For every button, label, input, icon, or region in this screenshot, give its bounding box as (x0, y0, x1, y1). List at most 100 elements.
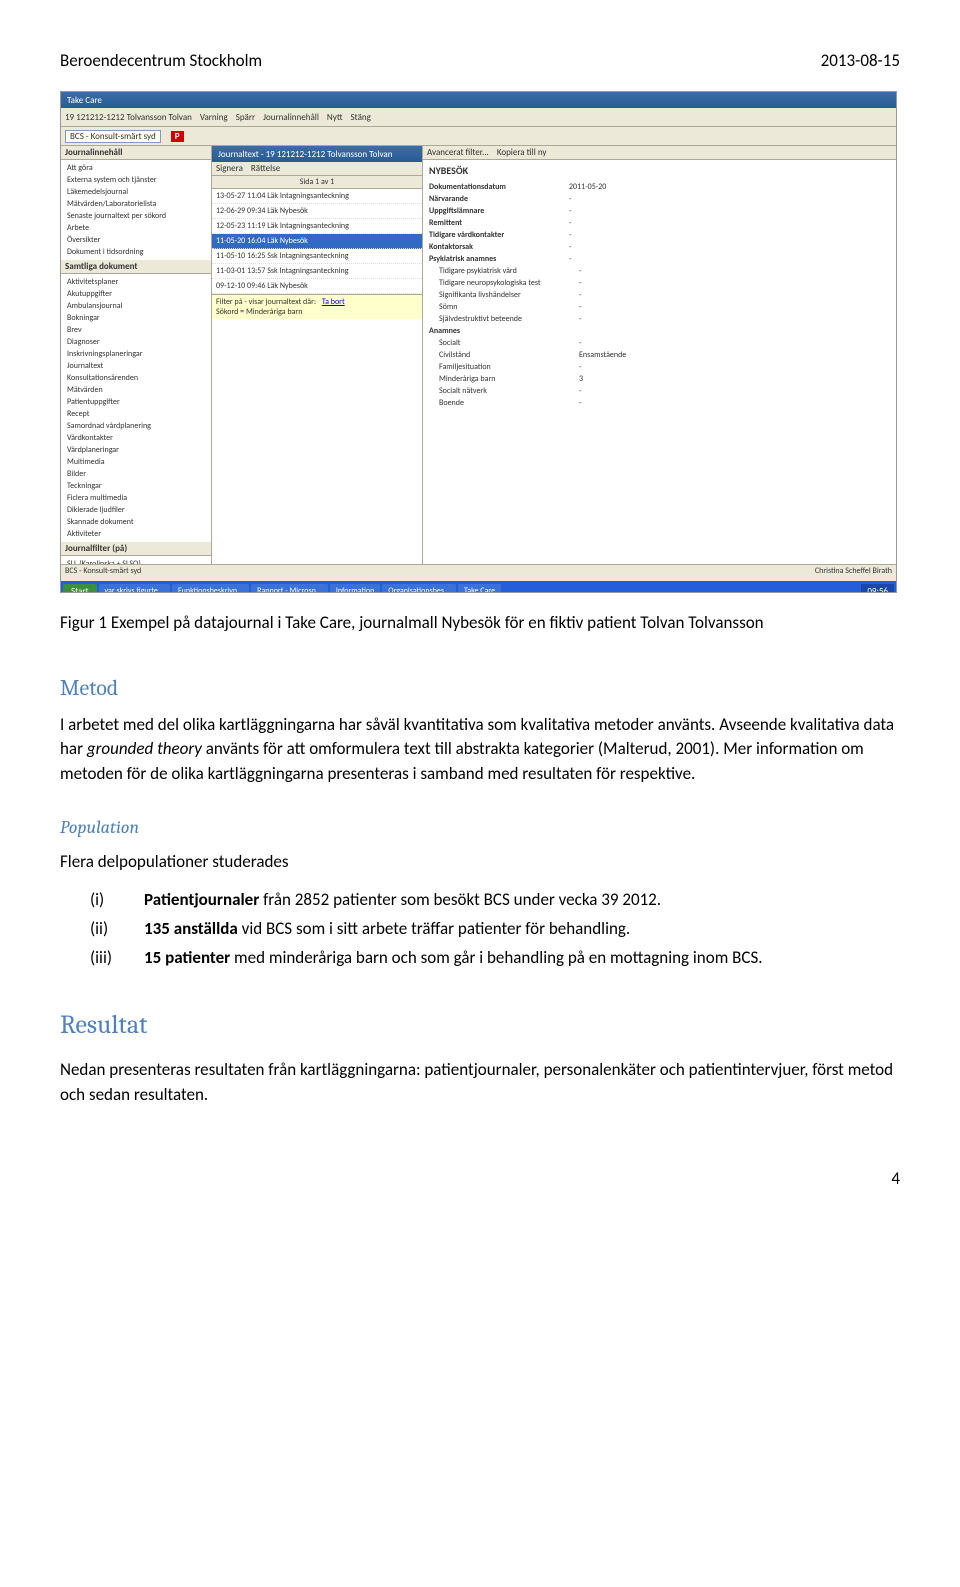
sidebar-item[interactable]: Aktiviteter (61, 528, 211, 540)
list-marker: (i) (90, 888, 144, 913)
sidebar-item[interactable]: Samordnad vårdplanering (61, 420, 211, 432)
start-button[interactable]: Start (63, 584, 97, 594)
varning-button[interactable]: Varning (200, 112, 228, 123)
sidebar-item[interactable]: Bokningar (61, 312, 211, 324)
unit-combo[interactable]: BCS - Konsult-smärt syd (65, 130, 161, 143)
sidebar-section-2: Samtliga dokument (61, 260, 211, 274)
detail-panel: Avancerat filter... Kopiera till ny NYBE… (423, 146, 896, 564)
detail-field: Boende- (429, 397, 890, 409)
detail-field: CivilståndEnsamstående (429, 349, 890, 361)
detail-field: Tidigare psykiatrisk vård- (429, 265, 890, 277)
filter-remove[interactable]: Ta bort (322, 297, 345, 307)
avancerat-filter-button[interactable]: Avancerat filter... (427, 147, 489, 158)
status-left: BCS - Konsult-smärt syd (65, 566, 141, 580)
detail-field: Dokumentationsdatum2011-05-20 (429, 181, 890, 193)
sidebar-item[interactable]: Journaltext (61, 360, 211, 372)
filter-text: Filter på - visar journaltext där: (216, 297, 316, 307)
sidebar-item[interactable]: Recept (61, 408, 211, 420)
sidebar-filter-item[interactable]: SLL (Karolinska + SLSO) (61, 558, 211, 564)
sidebar-item[interactable]: Att göra (61, 162, 211, 174)
sidebar-item[interactable]: Inskrivningsplaneringar (61, 348, 211, 360)
sidebar-item[interactable]: Senaste journaltext per sökord (61, 210, 211, 222)
sidebar-item[interactable]: Diklerade ljudfiler (61, 504, 211, 516)
sidebar-item[interactable]: Externa system och tjänster (61, 174, 211, 186)
metod-heading: Metod (60, 675, 900, 701)
detail-field: Socialt- (429, 337, 890, 349)
taskbar-clock: 09:56 (861, 584, 894, 594)
detail-field: Minderåriga barn3 (429, 373, 890, 385)
header-left: Beroendecentrum Stockholm (60, 50, 262, 71)
inner-title: Journaltext - 19 121212-1212 Tolvansson … (218, 149, 392, 160)
population-intro: Flera delpopulationer studerades (60, 850, 900, 875)
list-marker: (ii) (90, 917, 144, 942)
taskbar-task[interactable]: Information (330, 584, 380, 593)
entry-row[interactable]: 11-05-10 16:25 Ssk Intagningsanteckning (212, 249, 422, 264)
entry-row[interactable]: 12-06-29 09:34 Läk Nybesök (212, 204, 422, 219)
sidebar-item[interactable]: Akutuppgifter (61, 288, 211, 300)
sidebar-item[interactable]: Mätvärden/Laboratorielista (61, 198, 211, 210)
sidebar: Journalinnehåll Att göraExterna system o… (61, 146, 212, 564)
page-indicator: Sida 1 av 1 (212, 176, 422, 189)
sidebar-item[interactable]: Diagnoser (61, 336, 211, 348)
sidebar-item[interactable]: Aktivitetsplaner (61, 276, 211, 288)
journalinnehall-button[interactable]: Journalinnehåll (263, 112, 319, 123)
signera-button[interactable]: Signera (216, 163, 243, 174)
patient-tab-bar: 19 121212-1212 Tolvansson Tolvan Varning… (61, 108, 896, 127)
filter-bar: Filter på - visar journaltext där: Ta bo… (212, 294, 422, 319)
taskbar-task[interactable]: Take Care (458, 584, 501, 593)
sidebar-item[interactable]: Vårdkontakter (61, 432, 211, 444)
list-content: Patientjournaler från 2852 patienter som… (144, 888, 900, 913)
taskbar-task[interactable]: var skrivs figurte... (99, 584, 170, 593)
taskbar-task[interactable]: Funktionsbeskrivn... (172, 584, 249, 593)
sidebar-item[interactable]: Bilder (61, 468, 211, 480)
kopiera-button[interactable]: Kopiera till ny (497, 147, 547, 158)
entry-row[interactable]: 12-05-23 11:19 Läk Intagningsanteckning (212, 219, 422, 234)
filter-value: Sökord = Minderåriga barn (216, 307, 302, 317)
detail-field: Psykiatrisk anamnes- (429, 253, 890, 265)
sidebar-item[interactable]: Patientuppgifter (61, 396, 211, 408)
detail-field: Sömn- (429, 301, 890, 313)
sidebar-item[interactable]: Skannade dokument (61, 516, 211, 528)
entry-row[interactable]: 09-12-10 09:46 Läk Nybesök (212, 279, 422, 294)
sidebar-item[interactable]: Vårdplaneringar (61, 444, 211, 456)
sidebar-item[interactable]: Mätvärden (61, 384, 211, 396)
sidebar-item[interactable]: Översikter (61, 234, 211, 246)
app-title: Take Care (67, 95, 102, 106)
inner-titlebar: Journaltext - 19 121212-1212 Tolvansson … (212, 146, 422, 162)
stang-button[interactable]: Stäng (351, 112, 371, 123)
sidebar-item[interactable]: Ambulansjournal (61, 300, 211, 312)
detail-field: Socialt nätverk- (429, 385, 890, 397)
sidebar-item[interactable]: Brev (61, 324, 211, 336)
entry-row[interactable]: 11-05-20 16:04 Läk Nybesök (212, 234, 422, 249)
taskbar-task[interactable]: Rapport - Microso... (251, 584, 328, 593)
nytt-button[interactable]: Nytt (327, 112, 343, 123)
detail-field: Kontaktorsak- (429, 241, 890, 253)
metod-p1b: grounded theory (87, 738, 202, 759)
p-badge: P (171, 131, 184, 142)
list-marker: (iii) (90, 946, 144, 971)
status-right: Christina Scheffel Birath (815, 566, 892, 580)
patient-tab[interactable]: 19 121212-1212 Tolvansson Tolvan (65, 112, 192, 123)
sidebar-item[interactable]: Konsultationsärenden (61, 372, 211, 384)
sidebar-item[interactable]: Dokument i tidsordning (61, 246, 211, 258)
sidebar-item[interactable]: Arbete (61, 222, 211, 234)
sidebar-item[interactable]: Ficlera multimedia (61, 492, 211, 504)
detail-field: Tidigare neuropsykologiska test- (429, 277, 890, 289)
header-right: 2013-08-15 (821, 50, 900, 71)
sidebar-filter-label: Journalfilter (på) (61, 542, 211, 556)
entry-row[interactable]: 11-03-01 13:57 Ssk Intagningsanteckning (212, 264, 422, 279)
sidebar-item[interactable]: Multimedia (61, 456, 211, 468)
taskbar-task[interactable]: Organisationsbes... (382, 584, 456, 593)
detail-toolbar: Avancerat filter... Kopiera till ny (423, 146, 896, 160)
rattelse-button[interactable]: Rättelse (251, 163, 280, 174)
detail-field: Närvarande- (429, 193, 890, 205)
population-list: (i) Patientjournaler från 2852 patienter… (90, 888, 900, 970)
entry-row[interactable]: 13-05-27 11:04 Läk Intagningsanteckning (212, 189, 422, 204)
sidebar-item[interactable]: Läkemedelsjournal (61, 186, 211, 198)
inner-toolbar: Signera Rättelse (212, 162, 422, 176)
detail-field: Självdestruktivt beteende- (429, 313, 890, 325)
sparr-button[interactable]: Spärr (236, 112, 255, 123)
unit-bar: BCS - Konsult-smärt syd P (61, 127, 896, 146)
sidebar-item[interactable]: Teckningar (61, 480, 211, 492)
list-item: (ii) 135 anställda vid BCS som i sitt ar… (90, 917, 900, 942)
